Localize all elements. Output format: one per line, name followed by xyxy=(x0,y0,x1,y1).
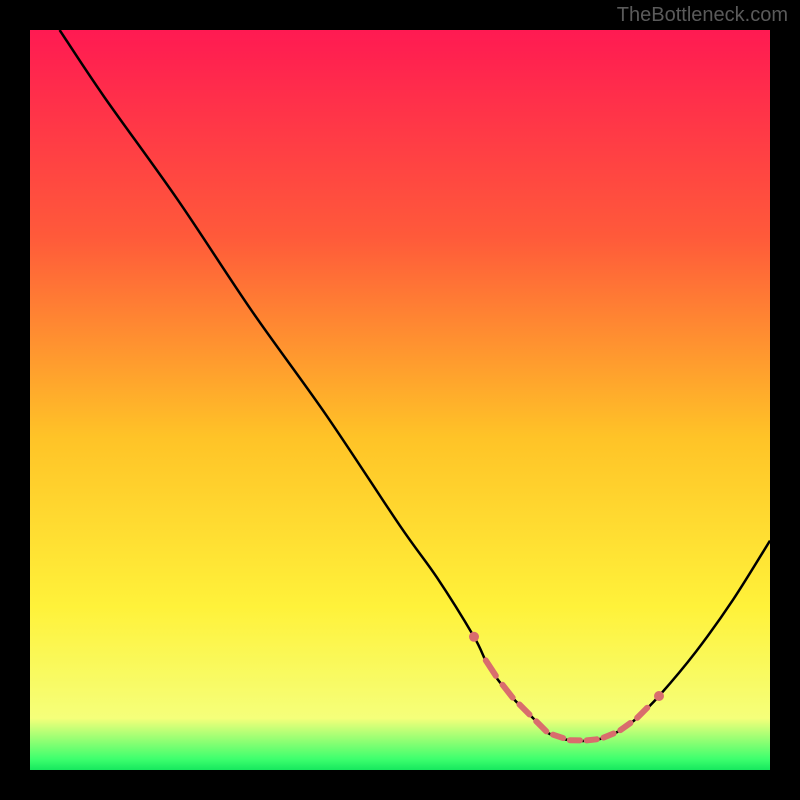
gradient-background xyxy=(30,30,770,770)
chart-svg xyxy=(30,30,770,770)
chart-frame: TheBottleneck.com xyxy=(0,0,800,800)
plot-area xyxy=(30,30,770,770)
watermark-label: TheBottleneck.com xyxy=(617,4,788,27)
